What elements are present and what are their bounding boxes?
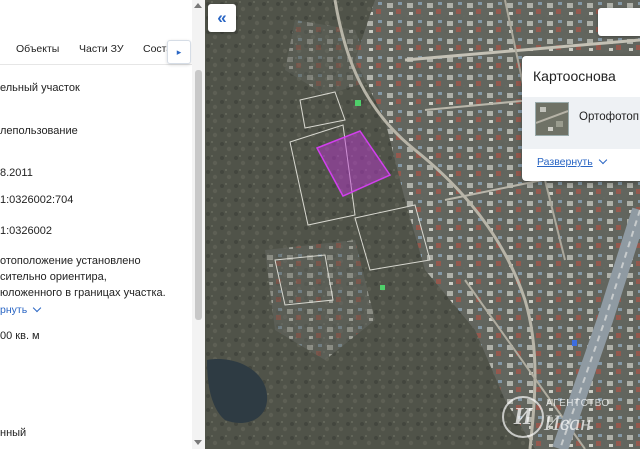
orthophoto-thumbnail (535, 102, 569, 136)
detail-cadastral-number: 1:0326002:704 (0, 194, 74, 206)
detail-usage: лепользование (0, 125, 78, 137)
basemap-selector: Картооснова Ортофотоп Развернуть (522, 56, 640, 181)
tab-bar: Объекты Части ЗУ Соста (0, 30, 192, 65)
detail-location-line-1: отоположение установлено (0, 255, 141, 267)
chevron-right-icon: ▸ (176, 46, 182, 57)
detail-location-line-3: юложенного в границах участка. (0, 287, 166, 299)
map-layers-button[interactable] (598, 8, 640, 36)
basemap-title: Картооснова (533, 68, 616, 84)
chevron-down-icon (32, 303, 42, 313)
basemap-expand-link[interactable]: Развернуть (537, 155, 607, 168)
detail-area: 00 кв. м (0, 330, 40, 342)
detail-location-line-2: сительно ориентира, (0, 271, 107, 283)
tab-objects[interactable]: Объекты (16, 43, 59, 55)
expand-location-label: рнуть (0, 304, 28, 316)
basemap-option-label: Ортофотоп (579, 111, 639, 123)
chevron-down-icon (598, 155, 607, 165)
detail-quarter-number: 1:0326002 (0, 225, 52, 237)
panel-scrollbar-thumb[interactable] (195, 70, 202, 320)
detail-category: ельный участок (0, 82, 80, 94)
watermark-agency-text: АГЕНТСТВО (546, 398, 610, 409)
info-panel: Объекты Части ЗУ Соста ▸ ельный участок … (0, 0, 205, 449)
scroll-down-arrow-icon[interactable] (194, 440, 202, 445)
collapse-panel-button[interactable]: « (208, 4, 236, 32)
agency-logo-icon: И (502, 396, 544, 438)
basemap-option-orthophoto[interactable]: Ортофотоп (522, 97, 640, 149)
tab-parts[interactable]: Части ЗУ (79, 43, 124, 55)
scroll-up-arrow-icon[interactable] (194, 3, 202, 8)
detail-date: 8.2011 (0, 167, 33, 179)
agency-watermark: И АГЕНТСТВО Иван (498, 392, 640, 442)
double-chevron-left-icon: « (217, 8, 227, 27)
watermark-name-text: Иван (544, 410, 592, 435)
detail-status: нный (0, 427, 27, 439)
expand-location-link[interactable]: рнуть (0, 303, 42, 316)
basemap-expand-label: Развернуть (537, 156, 593, 168)
tab-scroll-right-button[interactable]: ▸ (167, 40, 191, 64)
